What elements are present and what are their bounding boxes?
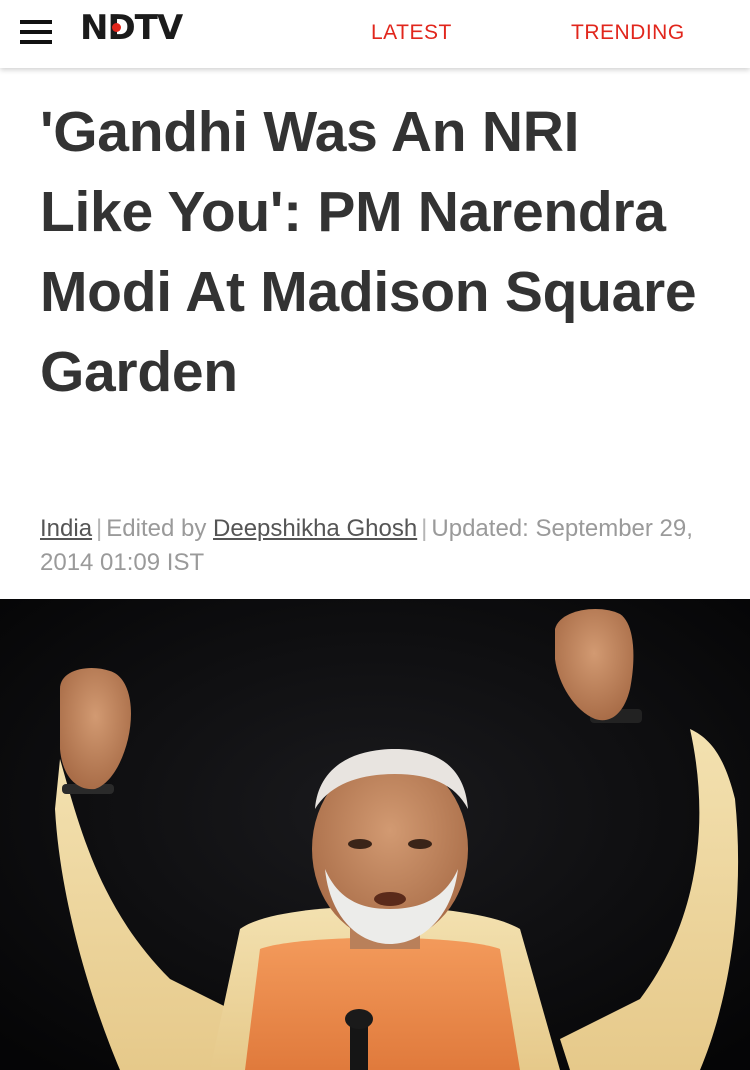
menu-line — [20, 30, 52, 34]
article-headline: 'Gandhi Was An NRI Like You': PM Narendr… — [40, 100, 697, 404]
hero-image[interactable] — [0, 599, 750, 1070]
editor-link[interactable]: Deepshikha Ghosh — [213, 515, 417, 542]
menu-line — [20, 20, 52, 24]
ndtv-logo[interactable]: NDTV — [80, 8, 183, 48]
separator: | — [421, 515, 428, 542]
edited-by-label: Edited by — [106, 515, 207, 542]
hero-photo-illustration — [0, 599, 750, 1070]
hamburger-menu-icon[interactable] — [20, 20, 52, 44]
nav-trending-link[interactable]: TRENDING — [571, 21, 685, 45]
article-byline: India | Edited by Deepshikha Ghosh | Updated… — [40, 512, 720, 580]
separator: | — [96, 515, 103, 542]
logo-red-dot — [112, 23, 121, 32]
updated-label: Updated: — [431, 515, 529, 542]
category-link[interactable]: India — [40, 515, 92, 542]
logo-text: NDTV — [80, 8, 183, 48]
top-navigation-bar: NDTV LATEST TRENDING — [0, 0, 750, 68]
nav-latest-link[interactable]: LATEST — [371, 21, 452, 45]
menu-line — [20, 40, 52, 44]
